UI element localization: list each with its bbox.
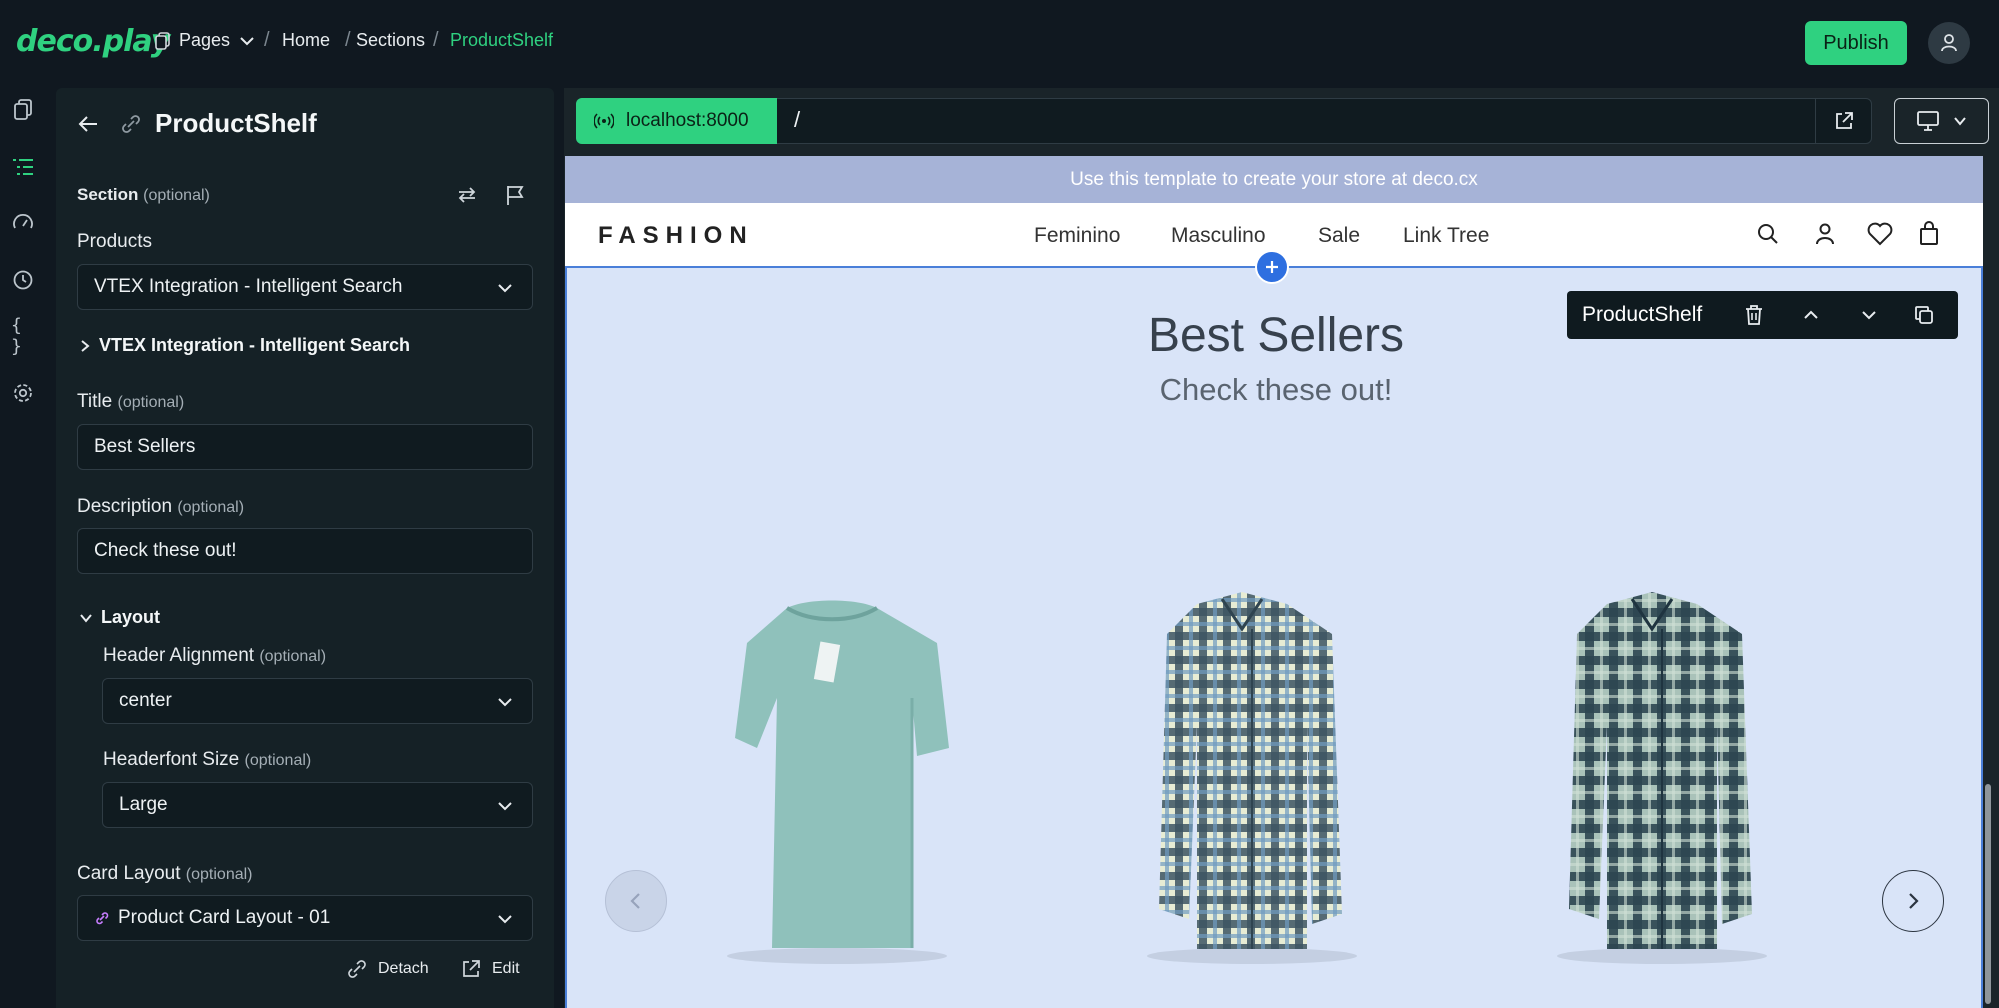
pages-dropdown[interactable]: Pages [155, 30, 256, 51]
section-toolbar-title: ProductShelf [1582, 303, 1703, 326]
description-input[interactable]: Check these out! [77, 528, 533, 574]
header-alignment-select[interactable]: center [102, 678, 533, 724]
user-icon [1941, 34, 1957, 52]
analytics-icon[interactable] [11, 211, 35, 235]
add-section-button[interactable] [1255, 250, 1289, 284]
chevron-down-icon [80, 613, 92, 623]
site-brand[interactable]: FASHION [598, 222, 754, 250]
app-logo[interactable]: deco.play [16, 24, 170, 59]
chevron-down-icon [238, 32, 256, 50]
products-expand-toggle[interactable]: VTEX Integration - Intelligent Search [79, 335, 410, 356]
breadcrumb-separator: / [345, 29, 351, 51]
url-host-badge[interactable]: localhost:8000 [576, 98, 777, 144]
breadcrumb-sections[interactable]: Sections [356, 30, 425, 51]
chevron-right-icon [1909, 893, 1919, 909]
pages-icon[interactable] [11, 98, 35, 122]
left-rail: { } [0, 84, 46, 1008]
product-shelf-section[interactable]: Best Sellers Check these out! [565, 266, 1983, 1008]
cart-bag-icon[interactable] [1917, 221, 1943, 247]
open-external-button[interactable] [1815, 98, 1872, 144]
chevron-down-icon [498, 802, 512, 811]
chevron-right-icon [81, 339, 90, 352]
breadcrumb-separator: / [264, 29, 270, 51]
detached-link-icon [119, 112, 143, 136]
section-label: Section (optional) [77, 185, 210, 204]
settings-icon[interactable] [11, 381, 35, 405]
panel-title: ProductShelf [155, 108, 317, 138]
headerfont-size-select[interactable]: Large [102, 782, 533, 828]
account-icon[interactable] [1812, 221, 1838, 247]
products-label: Products [77, 231, 152, 252]
product-image-plaid-shirt[interactable] [1127, 584, 1367, 968]
title-input[interactable]: Best Sellers [77, 424, 533, 470]
sections-icon[interactable] [11, 155, 35, 179]
nav-link-feminino[interactable]: Feminino [1034, 224, 1120, 248]
unlink-icon [348, 960, 366, 978]
external-edit-icon [463, 960, 480, 977]
flag-icon[interactable] [504, 184, 526, 206]
card-layout-label: Card Layout (optional) [77, 863, 253, 884]
user-avatar[interactable] [1928, 22, 1970, 64]
url-path[interactable]: / [794, 107, 800, 133]
device-selector[interactable] [1894, 98, 1989, 144]
pages-icon [155, 31, 171, 50]
breadcrumb-current[interactable]: ProductShelf [450, 30, 553, 51]
section-toolbar: ProductShelf [1567, 291, 1958, 339]
broadcast-icon [594, 113, 614, 129]
title-label: Title (optional) [77, 391, 185, 412]
plus-icon [1266, 261, 1278, 273]
breadcrumb-home[interactable]: Home [282, 30, 330, 51]
description-label: Description (optional) [77, 496, 245, 517]
edit-button[interactable]: Edit [460, 958, 520, 980]
properties-panel: ProductShelf Section (optional) Products… [56, 88, 554, 1008]
swap-icon[interactable] [456, 185, 478, 205]
detach-button[interactable]: Detach [346, 958, 429, 980]
breadcrumb-separator: / [433, 29, 439, 51]
top-bar: deco.play Pages / Home / Sections / Prod… [0, 0, 1999, 84]
product-image-tshirt[interactable] [717, 588, 977, 968]
chevron-down-icon [498, 284, 512, 293]
code-icon[interactable]: { } [11, 315, 35, 357]
search-icon[interactable] [1755, 221, 1781, 247]
move-up-icon[interactable] [1799, 303, 1823, 327]
nav-link-link-tree[interactable]: Link Tree [1403, 224, 1489, 248]
move-down-icon[interactable] [1857, 303, 1881, 327]
wishlist-heart-icon[interactable] [1866, 221, 1893, 247]
desktop-icon [1916, 111, 1939, 131]
nav-link-masculino[interactable]: Masculino [1171, 224, 1266, 248]
chevron-down-icon [1953, 117, 1966, 126]
products-select[interactable]: VTEX Integration - Intelligent Search [77, 264, 533, 310]
history-icon[interactable] [11, 268, 35, 292]
back-button[interactable] [77, 113, 99, 135]
chevron-down-icon [498, 915, 512, 924]
duplicate-icon[interactable] [1912, 303, 1936, 327]
pages-label: Pages [179, 30, 231, 50]
carousel-prev-button[interactable] [605, 870, 667, 932]
publish-button[interactable]: Publish [1805, 21, 1907, 65]
chevron-left-icon [630, 893, 640, 909]
nav-link-sale[interactable]: Sale [1318, 224, 1360, 248]
card-layout-select[interactable]: Product Card Layout - 01 [77, 895, 533, 941]
site-preview: Use this template to create your store a… [565, 156, 1983, 1008]
promo-banner[interactable]: Use this template to create your store a… [565, 156, 1983, 203]
external-link-icon [1836, 112, 1853, 129]
chevron-down-icon [498, 698, 512, 707]
shelf-description: Check these out! [1159, 372, 1393, 407]
header-alignment-label: Header Alignment (optional) [103, 645, 327, 666]
headerfont-size-label: Headerfont Size (optional) [103, 749, 312, 770]
link-icon [96, 912, 109, 925]
layout-toggle[interactable]: Layout [79, 607, 160, 628]
product-image-plaid-shirt-dark[interactable] [1537, 584, 1777, 968]
trash-icon[interactable] [1742, 303, 1766, 327]
carousel-next-button[interactable] [1882, 870, 1944, 932]
preview-scrollbar[interactable] [1985, 784, 1991, 1004]
